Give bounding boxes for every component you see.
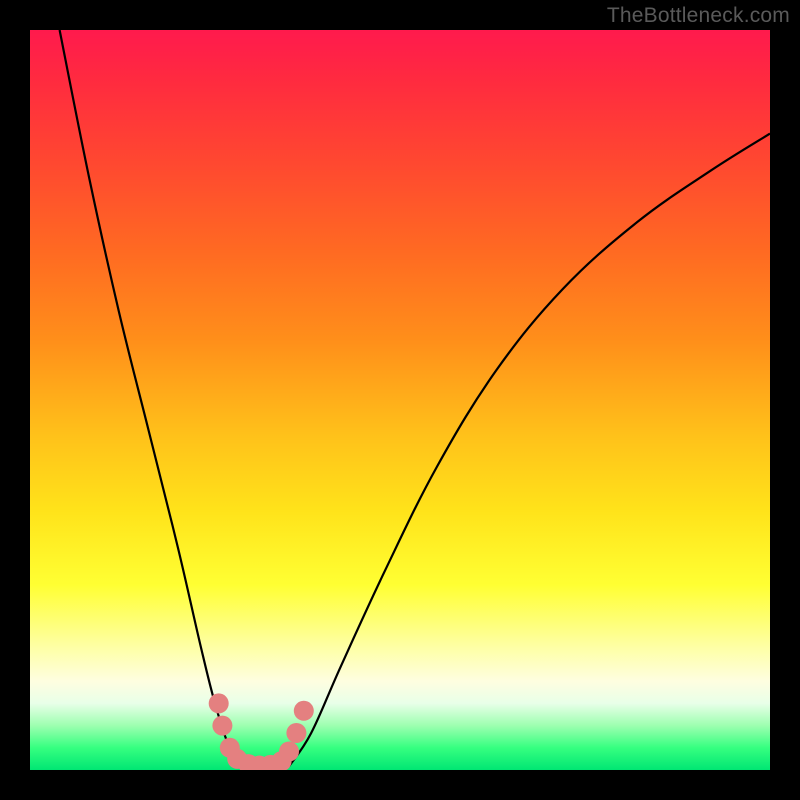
valley-dot bbox=[294, 701, 314, 721]
plot-area bbox=[30, 30, 770, 770]
valley-dot bbox=[209, 693, 229, 713]
right-curve bbox=[289, 134, 770, 767]
left-curve bbox=[60, 30, 245, 766]
valley-dot bbox=[212, 716, 232, 736]
valley-dot bbox=[279, 742, 299, 762]
valley-dot bbox=[286, 723, 306, 743]
chart-frame: TheBottleneck.com bbox=[0, 0, 800, 800]
valley-dots bbox=[209, 693, 314, 770]
curve-layer bbox=[30, 30, 770, 770]
watermark-text: TheBottleneck.com bbox=[607, 4, 790, 28]
